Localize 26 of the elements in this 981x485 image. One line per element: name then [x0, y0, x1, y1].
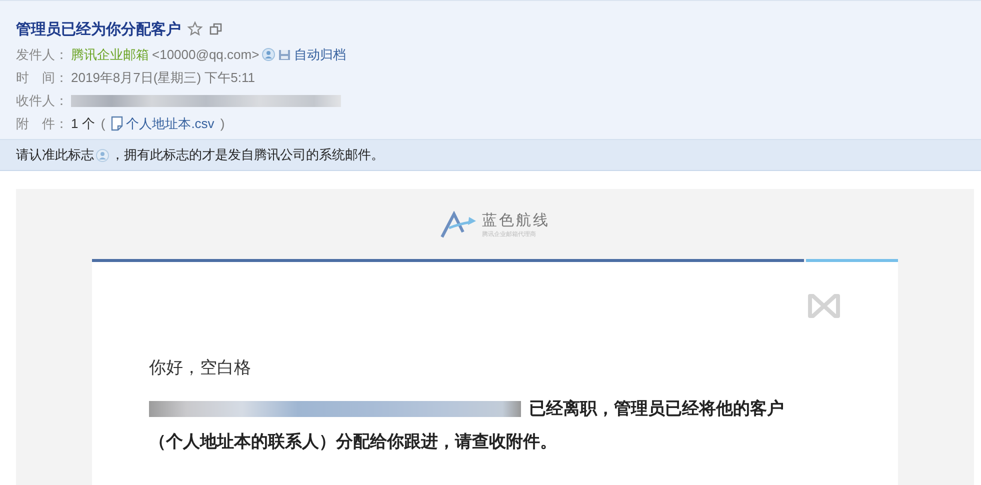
attachment-count: 1 个 [71, 114, 95, 132]
bracket-text: ( [100, 116, 106, 131]
field-label: 收件人： [16, 92, 68, 110]
brand-name: 蓝色航线 [482, 211, 550, 230]
message-text: 已经离职，管理员已经将他的客户 [529, 398, 784, 420]
bow-icon [806, 292, 842, 320]
star-icon[interactable] [187, 21, 203, 37]
new-window-icon[interactable] [209, 22, 223, 36]
bracket-text: ) [220, 116, 225, 131]
logo-icon [440, 211, 478, 239]
message-text: （个人地址本的联系人）分配给你跟进，请查收附件。 [149, 431, 558, 453]
archive-link[interactable]: 自动归档 [294, 46, 346, 64]
sent-time: 2019年8月7日(星期三) 下午5:11 [71, 68, 255, 86]
file-icon [111, 116, 124, 131]
verified-icon [96, 148, 109, 162]
notice-text: ，拥有此标志的才是发自腾讯公司的系统邮件。 [111, 146, 384, 164]
verified-icon [262, 48, 276, 61]
field-label: 附 件： [16, 114, 68, 132]
greeting-text: 你好，空白格 [149, 357, 252, 379]
mail-subject: 管理员已经为你分配客户 [16, 20, 181, 38]
archive-icon [278, 48, 292, 60]
field-label: 时 间： [16, 68, 68, 86]
attachment-link[interactable]: 个人地址本.csv [126, 114, 214, 132]
notice-text: 请认准此标志 [16, 146, 94, 164]
field-label: 发件人： [16, 46, 68, 64]
sender-address: <10000@qq.com> [152, 47, 260, 62]
